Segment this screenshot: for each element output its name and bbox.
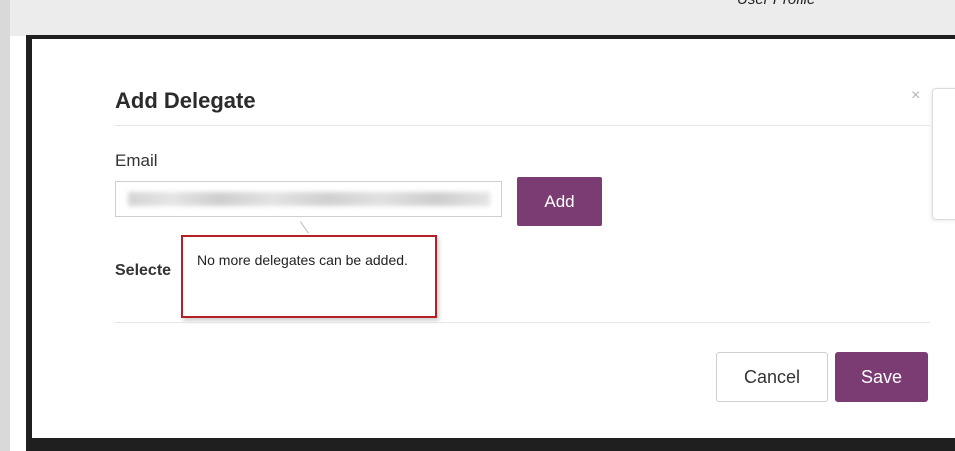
email-label: Email xyxy=(115,151,158,170)
footer-divider xyxy=(115,322,930,323)
email-input[interactable] xyxy=(115,181,502,217)
header-divider xyxy=(115,125,930,126)
tooltip-message: No more delegates can be added. xyxy=(197,252,408,268)
add-button[interactable]: Add xyxy=(517,177,602,226)
validation-tooltip: No more delegates can be added. xyxy=(181,235,437,318)
modal-frame-bottom-edge xyxy=(26,438,955,451)
save-button[interactable]: Save xyxy=(835,352,928,402)
background-page-edge xyxy=(0,0,10,451)
close-icon[interactable]: × xyxy=(911,88,920,104)
dialog-title: Add Delegate xyxy=(115,88,256,113)
background-side-panel xyxy=(932,88,955,220)
selected-delegates-label: Selecte xyxy=(115,262,172,279)
cancel-button[interactable]: Cancel xyxy=(716,352,828,402)
user-profile-link[interactable]: User Profile xyxy=(737,0,815,8)
